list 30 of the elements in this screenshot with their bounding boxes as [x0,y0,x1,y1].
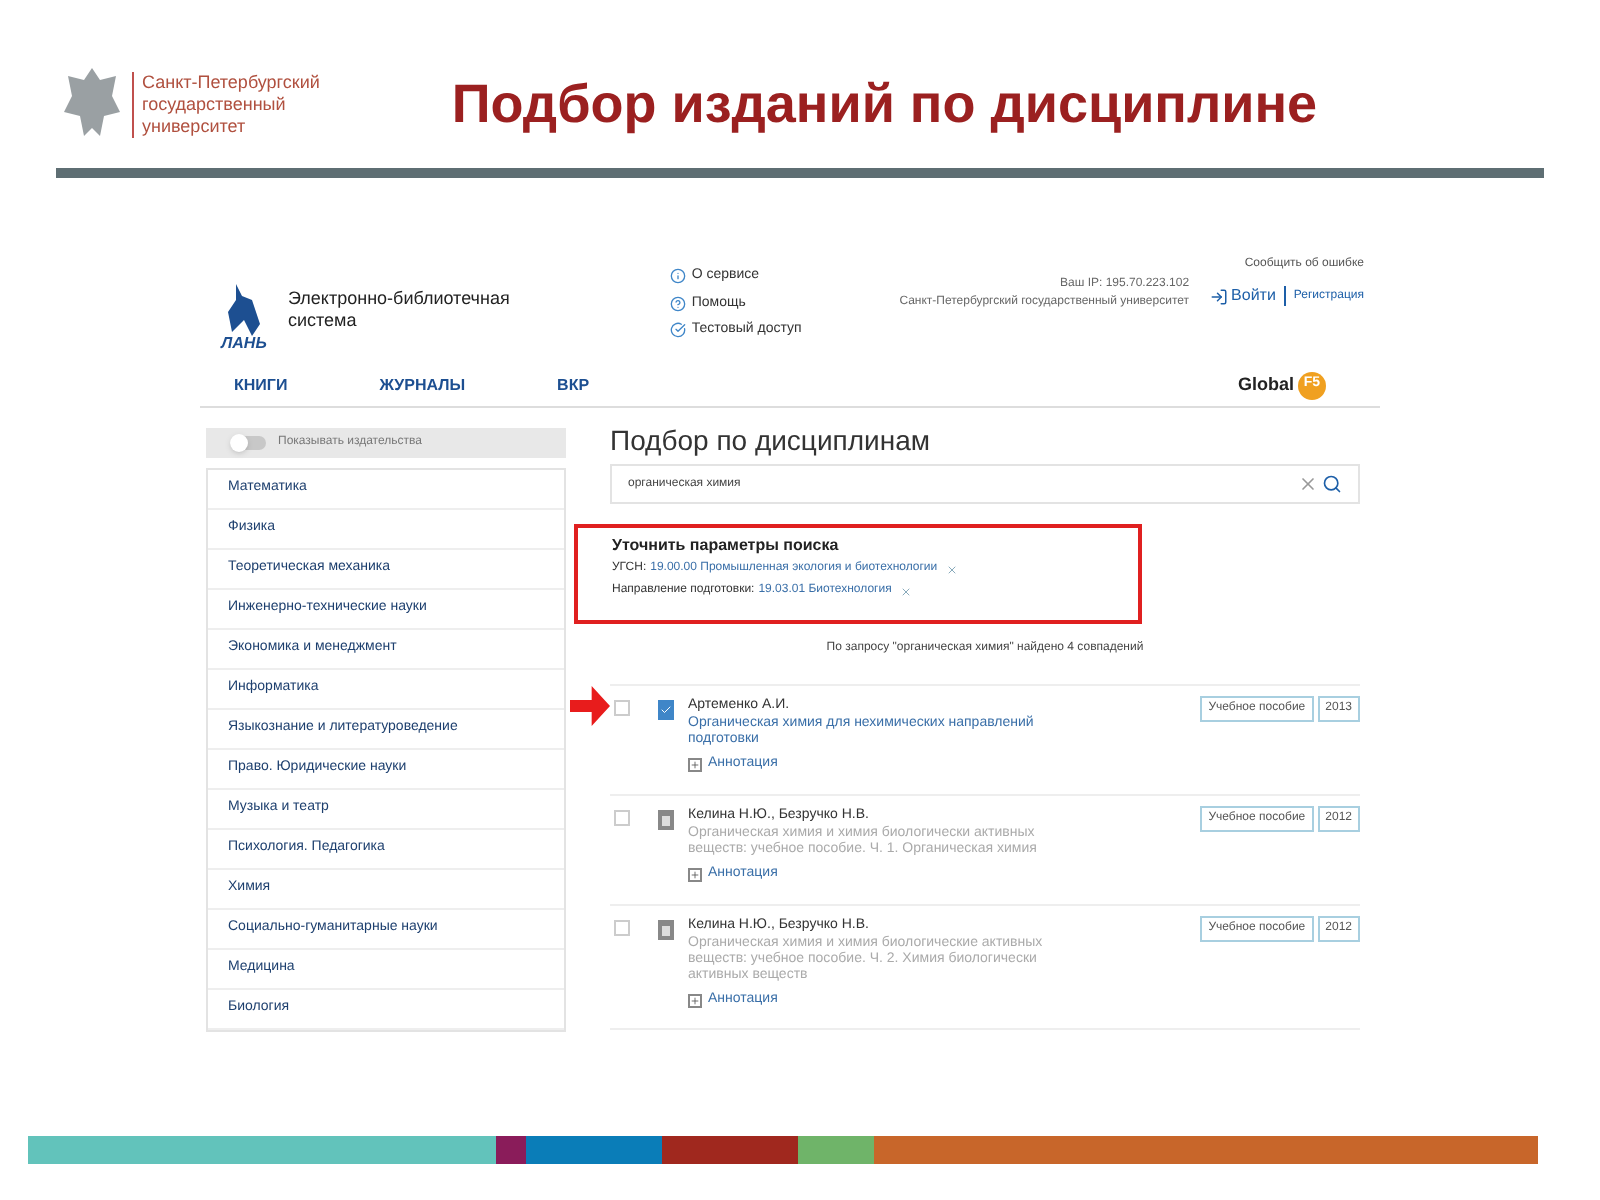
university-name: университет [142,115,248,137]
login-link[interactable]: Войти [1209,284,1276,308]
plus-icon [688,867,702,882]
page-heading: Подбор по дисциплинам [610,424,932,456]
check-circle-icon [669,322,686,339]
info-icon [669,268,686,285]
pointer-arrow [570,686,610,726]
result-checkbox[interactable] [614,810,630,826]
partner-name: Global [1237,371,1294,398]
toggle-switch[interactable] [230,436,266,450]
clear-icon[interactable] [1298,474,1318,494]
nav-tab[interactable]: ЖУРНАЛЫ [379,373,466,397]
refine-title: Уточнить параметры поиска [612,534,841,556]
result-checkbox[interactable] [614,920,630,936]
result-checkbox[interactable] [614,700,630,716]
plus-icon [688,993,702,1008]
university-name: Санкт-Петербургский [142,71,320,93]
help-icon [669,295,686,312]
plus-icon [688,757,702,772]
deer-logo: ЛАНЬ [216,268,272,352]
search-icon[interactable] [1322,474,1342,494]
nav-tab[interactable]: КНИГИ [234,373,288,397]
remove-filter-icon[interactable] [945,563,958,575]
slide-title: Подбор изданий по дисциплине [451,77,1318,131]
site-name: Электронно-библиотечная [288,288,510,310]
site-name: система [288,310,359,332]
login-icon [1209,287,1228,305]
remove-filter-icon[interactable] [899,585,912,597]
nav-tab[interactable]: ВКР [557,373,590,397]
university-name: государственный [142,93,288,115]
